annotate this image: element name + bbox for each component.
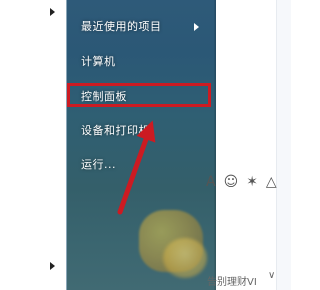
highlight-box bbox=[67, 83, 211, 107]
menu-item-recent-items[interactable]: 最近使用的项目 bbox=[81, 17, 162, 37]
expand-arrow-icon[interactable] bbox=[50, 8, 55, 16]
menu-item-label: 最近使用的项目 bbox=[81, 20, 162, 33]
menu-item-label: 设备和打印机 bbox=[81, 124, 150, 137]
editor-toolbar: A ☺ ✶ △ bbox=[206, 172, 286, 192]
desktop-left-strip bbox=[0, 0, 66, 290]
menu-item-computer[interactable]: 计算机 bbox=[81, 52, 116, 72]
font-icon[interactable]: A bbox=[206, 172, 216, 192]
menu-item-devices-and-printers[interactable]: 设备和打印机 bbox=[81, 121, 150, 141]
menu-item-label: 运行... bbox=[81, 158, 116, 171]
start-menu-right-pane: 最近使用的项目 计算机 控制面板 设备和打印机 运行... bbox=[66, 0, 217, 290]
triangle-icon[interactable]: △ bbox=[266, 172, 277, 192]
submenu-arrow-icon[interactable] bbox=[194, 23, 199, 31]
footer-text: 告别理财VI bbox=[207, 277, 257, 288]
background-mascot-image bbox=[163, 238, 207, 278]
expand-arrow-icon[interactable] bbox=[50, 262, 55, 270]
menu-item-label: 计算机 bbox=[81, 55, 116, 68]
chevron-down-icon[interactable]: ∨ bbox=[268, 270, 275, 281]
sparkle-icon[interactable]: ✶ bbox=[246, 172, 258, 192]
page-sidebar bbox=[277, 0, 291, 290]
emoji-icon[interactable]: ☺ bbox=[224, 172, 239, 192]
menu-item-run[interactable]: 运行... bbox=[81, 155, 116, 175]
background-page bbox=[216, 0, 291, 290]
